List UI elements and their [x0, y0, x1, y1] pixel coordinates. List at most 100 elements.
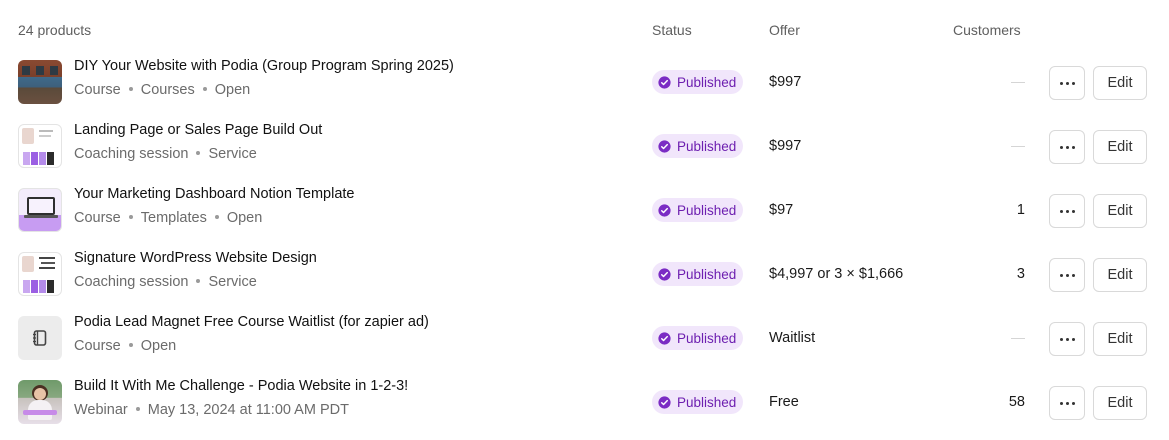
separator-dot	[128, 215, 133, 220]
product-meta: Webinar May 13, 2024 at 11:00 AM PDT	[74, 402, 349, 418]
product-title[interactable]: Your Marketing Dashboard Notion Template	[74, 186, 355, 202]
edit-button[interactable]: Edit	[1093, 322, 1147, 356]
offer-value: $4,997 or 3 × $1,666	[769, 266, 904, 282]
offer-value: $97	[769, 202, 794, 218]
status-badge: Published	[652, 70, 744, 94]
product-title[interactable]: Build It With Me Challenge - Podia Websi…	[74, 378, 408, 394]
product-row[interactable]: Build It With Me Challenge - Podia Websi…	[0, 376, 1169, 440]
check-circle-icon	[658, 75, 671, 89]
status-label: Published	[677, 266, 737, 282]
edit-button[interactable]: Edit	[1093, 258, 1147, 292]
separator-dot	[128, 87, 133, 92]
product-title[interactable]: DIY Your Website with Podia (Group Progr…	[74, 58, 454, 74]
product-row[interactable]: Your Marketing Dashboard Notion Template…	[0, 184, 1169, 248]
product-thumbnail[interactable]	[18, 252, 62, 296]
event-datetime: May 13, 2024 at 11:00 AM PDT	[147, 402, 349, 418]
offer-value: $997	[769, 74, 802, 90]
product-type: Coaching session	[74, 146, 189, 162]
separator-dot	[128, 343, 133, 348]
table-header: 24 products Status Offer Customers	[0, 0, 1169, 60]
edit-button[interactable]: Edit	[1093, 194, 1147, 228]
more-actions-button[interactable]	[1049, 386, 1085, 420]
separator-dot	[196, 151, 201, 156]
product-row[interactable]: DIY Your Website with Podia (Group Progr…	[0, 56, 1169, 120]
status-label: Published	[677, 330, 737, 346]
edit-button[interactable]: Edit	[1093, 66, 1147, 100]
product-type: Course	[74, 82, 121, 98]
product-type: Course	[74, 210, 121, 226]
notebook-icon	[33, 330, 47, 346]
ellipsis-icon	[1059, 401, 1075, 405]
ellipsis-icon	[1059, 273, 1075, 277]
product-title[interactable]: Podia Lead Magnet Free Course Waitlist (…	[74, 314, 429, 330]
offer-value: $997	[769, 138, 802, 154]
product-thumbnail[interactable]	[18, 188, 62, 232]
product-row[interactable]: Signature WordPress Website Design Coach…	[0, 248, 1169, 312]
product-title[interactable]: Signature WordPress Website Design	[74, 250, 317, 266]
check-circle-icon	[658, 331, 671, 345]
status-badge: Published	[652, 198, 744, 222]
product-title[interactable]: Landing Page or Sales Page Build Out	[74, 122, 322, 138]
separator-dot	[202, 87, 207, 92]
product-category: Templates	[140, 210, 207, 226]
offer-value: Free	[769, 394, 799, 410]
product-access: Open	[226, 210, 263, 226]
product-row[interactable]: Podia Lead Magnet Free Course Waitlist (…	[0, 312, 1169, 376]
more-actions-button[interactable]	[1049, 258, 1085, 292]
product-category: Service	[208, 146, 257, 162]
customers-count: 1	[1016, 202, 1025, 218]
product-thumbnail[interactable]	[18, 124, 62, 168]
product-meta: Coaching session Service	[74, 274, 257, 290]
offer-value: Waitlist	[769, 330, 816, 346]
product-meta: Course Courses Open	[74, 82, 250, 98]
edit-button[interactable]: Edit	[1093, 130, 1147, 164]
product-type: Webinar	[74, 402, 128, 418]
separator-dot	[135, 407, 140, 412]
separator-dot	[196, 279, 201, 284]
status-badge: Published	[652, 134, 744, 158]
edit-button[interactable]: Edit	[1093, 386, 1147, 420]
status-badge: Published	[652, 262, 744, 286]
status-badge: Published	[652, 390, 744, 414]
product-thumbnail[interactable]	[18, 60, 62, 104]
customers-empty-dash	[1011, 82, 1025, 83]
customers-count: 58	[1008, 394, 1025, 410]
product-access: Open	[214, 82, 251, 98]
customers-count: 3	[1016, 266, 1025, 282]
check-circle-icon	[658, 395, 671, 409]
more-actions-button[interactable]	[1049, 322, 1085, 356]
customers-empty-dash	[1011, 146, 1025, 147]
separator-dot	[214, 215, 219, 220]
product-type: Coaching session	[74, 274, 189, 290]
more-actions-button[interactable]	[1049, 66, 1085, 100]
more-actions-button[interactable]	[1049, 194, 1085, 228]
customers-column-header: Customers	[953, 22, 1021, 38]
product-category: Service	[208, 274, 257, 290]
product-access: Open	[140, 338, 177, 354]
product-count: 24 products	[18, 22, 92, 38]
status-label: Published	[677, 202, 737, 218]
product-thumbnail[interactable]	[18, 316, 62, 360]
product-thumbnail[interactable]	[18, 380, 62, 424]
offer-column-header: Offer	[769, 22, 800, 38]
check-circle-icon	[658, 267, 671, 281]
product-category: Courses	[140, 82, 195, 98]
product-meta: Course Templates Open	[74, 210, 262, 226]
status-label: Published	[677, 138, 737, 154]
ellipsis-icon	[1059, 81, 1075, 85]
status-label: Published	[677, 394, 737, 410]
ellipsis-icon	[1059, 337, 1075, 341]
check-circle-icon	[658, 203, 671, 217]
product-row[interactable]: Landing Page or Sales Page Build Out Coa…	[0, 120, 1169, 184]
check-circle-icon	[658, 139, 671, 153]
more-actions-button[interactable]	[1049, 130, 1085, 164]
status-badge: Published	[652, 326, 744, 350]
product-type: Course	[74, 338, 121, 354]
ellipsis-icon	[1059, 145, 1075, 149]
product-meta: Coaching session Service	[74, 146, 257, 162]
status-column-header: Status	[652, 22, 692, 38]
status-label: Published	[677, 74, 737, 90]
product-meta: Course Open	[74, 338, 176, 354]
customers-empty-dash	[1011, 338, 1025, 339]
ellipsis-icon	[1059, 209, 1075, 213]
